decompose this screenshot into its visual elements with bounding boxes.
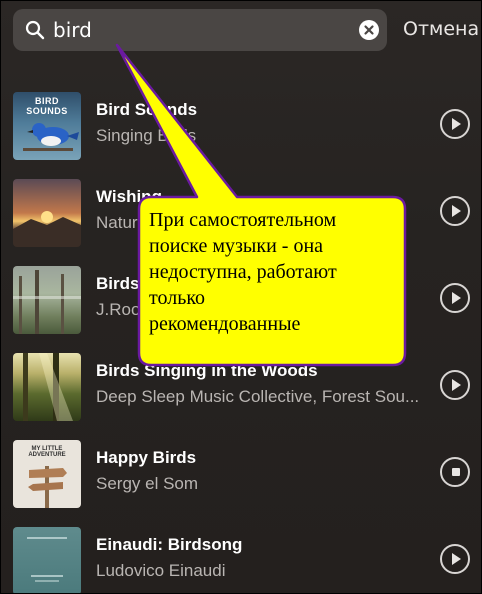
annotation-line: недоступна, работают [149,261,337,283]
annotation-line: только [149,287,206,309]
annotation-text: При самостоятельном поиске музыки - она … [149,207,399,337]
annotation-line: При самостоятельном [149,209,337,231]
annotation-line: поиске музыки - она [149,235,324,257]
annotation-line: рекомендованные [149,313,301,335]
screen: bird Отмена BIRD SOUNDS Bird Sounds Sing… [0,0,482,594]
